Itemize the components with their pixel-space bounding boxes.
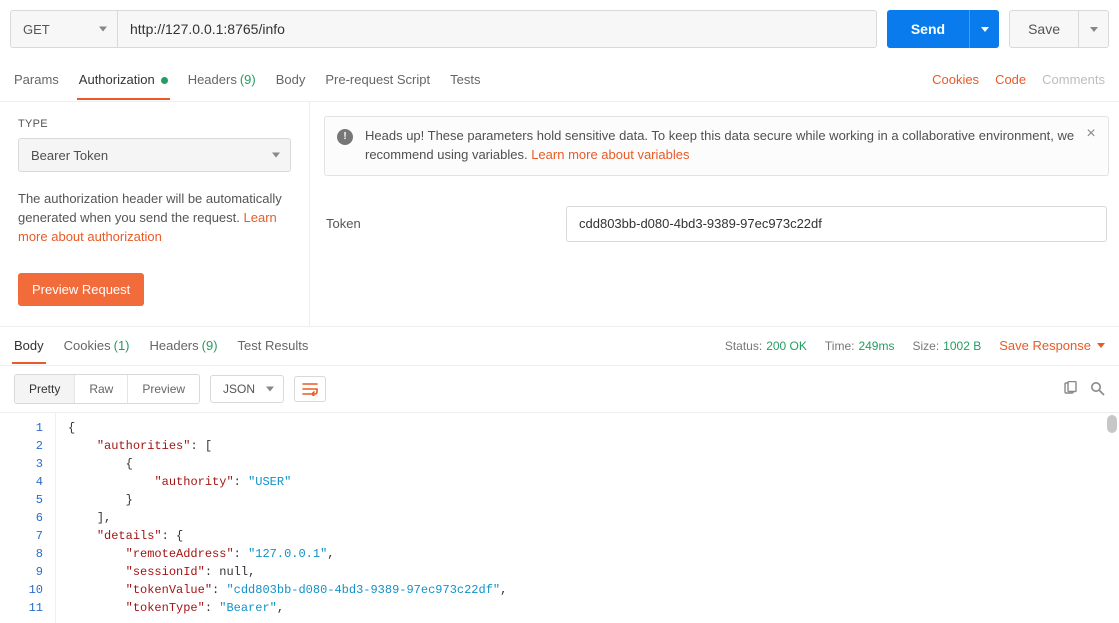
tab-authorization[interactable]: Authorization (79, 72, 168, 99)
request-bar: GET Send Save (0, 0, 1119, 58)
save-dropdown-button[interactable] (1079, 10, 1109, 48)
exclamation-icon: ! (337, 129, 353, 145)
token-input[interactable] (566, 206, 1107, 242)
save-response-label: Save Response (999, 338, 1091, 353)
response-body-editor[interactable]: 1234567891011 { "authorities": [ { "auth… (0, 413, 1119, 623)
tab-headers[interactable]: Headers(9) (188, 72, 256, 99)
cookies-link[interactable]: Cookies (932, 72, 979, 87)
resp-tab-body[interactable]: Body (14, 328, 44, 363)
language-value: JSON (223, 382, 255, 396)
scrollbar-thumb[interactable] (1107, 415, 1117, 433)
send-dropdown-button[interactable] (969, 10, 999, 48)
resp-tab-headers[interactable]: Headers(9) (150, 328, 218, 363)
tab-pre-request-script[interactable]: Pre-request Script (325, 72, 430, 99)
auth-right-pane: ! Heads up! These parameters hold sensit… (310, 102, 1119, 326)
auth-description: The authorization header will be automat… (18, 190, 291, 247)
copy-icon[interactable] (1063, 381, 1078, 396)
save-button-group: Save (1009, 10, 1109, 48)
token-label: Token (326, 216, 566, 231)
tab-tests[interactable]: Tests (450, 72, 480, 99)
chevron-down-icon (981, 27, 989, 32)
auth-desc-text: The authorization header will be automat… (18, 191, 282, 225)
code-content: { "authorities": [ { "authority": "USER"… (56, 413, 1119, 623)
resp-tab-test-results[interactable]: Test Results (238, 328, 309, 363)
auth-type-select[interactable]: Bearer Token (18, 138, 291, 172)
tab-body[interactable]: Body (276, 72, 306, 99)
response-tabs: Body Cookies(1) Headers(9) Test Results … (0, 326, 1119, 366)
save-response-button[interactable]: Save Response (999, 338, 1105, 353)
resp-cookies-count: (1) (114, 338, 130, 353)
method-select[interactable]: GET (10, 10, 118, 48)
pretty-view-button[interactable]: Pretty (15, 375, 75, 403)
chevron-down-icon (1097, 343, 1105, 348)
status-value: 200 OK (766, 339, 807, 353)
body-view-segment: Pretty Raw Preview (14, 374, 200, 404)
auth-type-value: Bearer Token (31, 148, 108, 163)
callout-body: Heads up! These parameters hold sensitiv… (365, 128, 1074, 162)
tab-params[interactable]: Params (14, 72, 59, 99)
headers-count: (9) (240, 72, 256, 87)
active-indicator-dot (161, 77, 168, 84)
comments-link[interactable]: Comments (1042, 72, 1105, 87)
resp-cookies-label: Cookies (64, 338, 111, 353)
raw-view-button[interactable]: Raw (75, 375, 128, 403)
request-links: Cookies Code Comments (932, 72, 1105, 87)
save-button[interactable]: Save (1009, 10, 1079, 48)
preview-request-button[interactable]: Preview Request (18, 273, 144, 306)
chevron-down-icon (266, 386, 274, 391)
time-label: Time: (825, 339, 855, 353)
time-group: Time:249ms (825, 338, 895, 353)
status-group: Status: 200 OK (725, 338, 807, 353)
search-icon[interactable] (1090, 381, 1105, 396)
line-gutter: 1234567891011 (0, 413, 56, 623)
tab-authorization-label: Authorization (79, 72, 155, 87)
send-button[interactable]: Send (887, 10, 969, 48)
status-label: Status: (725, 339, 762, 353)
token-row: Token (324, 206, 1109, 242)
close-icon[interactable]: × (1080, 123, 1102, 145)
learn-more-variables-link[interactable]: Learn more about variables (531, 147, 689, 162)
chevron-down-icon (99, 27, 107, 32)
sensitive-data-callout: ! Heads up! These parameters hold sensit… (324, 116, 1109, 176)
resp-tab-cookies[interactable]: Cookies(1) (64, 328, 130, 363)
size-value: 1002 B (943, 339, 981, 353)
time-value: 249ms (858, 339, 894, 353)
language-select[interactable]: JSON (210, 375, 284, 403)
resp-headers-count: (9) (202, 338, 218, 353)
url-input[interactable] (118, 10, 877, 48)
resp-headers-label: Headers (150, 338, 199, 353)
tab-headers-label: Headers (188, 72, 237, 87)
method-label: GET (23, 22, 50, 37)
size-label: Size: (912, 339, 939, 353)
body-toolbar: Pretty Raw Preview JSON (0, 366, 1119, 413)
preview-view-button[interactable]: Preview (128, 375, 199, 403)
body-right-icons (1063, 381, 1105, 396)
code-link[interactable]: Code (995, 72, 1026, 87)
request-tabs: Params Authorization Headers(9) Body Pre… (0, 58, 1119, 102)
wrap-icon (302, 382, 318, 396)
type-heading: TYPE (18, 118, 291, 130)
callout-text: Heads up! These parameters hold sensitiv… (365, 127, 1096, 165)
response-meta: Status: 200 OK Time:249ms Size: 1002 B Sav… (725, 338, 1105, 353)
size-group: Size: 1002 B (912, 338, 981, 353)
authorization-panel: TYPE Bearer Token The authorization head… (0, 102, 1119, 326)
auth-left-pane: TYPE Bearer Token The authorization head… (0, 102, 310, 326)
send-button-group: Send (887, 10, 999, 48)
chevron-down-icon (1090, 27, 1098, 32)
wrap-lines-button[interactable] (294, 376, 326, 402)
chevron-down-icon (272, 153, 280, 158)
